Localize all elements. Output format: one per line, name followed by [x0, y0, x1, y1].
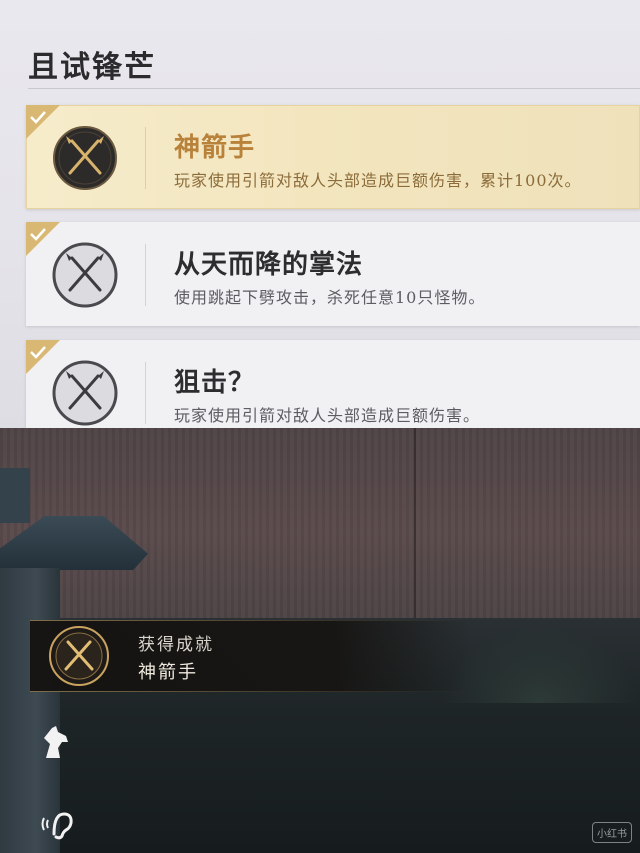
panel-title: 且试锋芒: [28, 50, 156, 85]
watermark-logo: 小红书: [592, 822, 632, 843]
achievement-name: 神箭手: [174, 133, 256, 163]
achievement-desc: 玩家使用引箭对敌人头部造成巨额伤害。: [174, 406, 481, 425]
achievement-card-3[interactable]: 狙击？ 玩家使用引箭对敌人头部造成巨额伤害。: [26, 340, 640, 428]
card-divider: [145, 244, 146, 306]
toast-label: 获得成就: [138, 635, 214, 655]
ear-icon[interactable]: [40, 808, 74, 840]
achievement-card-1[interactable]: 神箭手 玩家使用引箭对敌人头部造成巨额伤害，累计100次。: [26, 105, 640, 209]
card-divider: [145, 127, 146, 189]
grass-patch: [440, 623, 640, 703]
achievement-name: 狙击？: [174, 368, 256, 398]
crossed-swords-icon: [52, 360, 118, 426]
achievement-desc: 使用跳起下劈攻击，杀死任意10只怪物。: [174, 288, 486, 307]
achievement-toast: 获得成就 神箭手: [30, 620, 470, 692]
crossed-arrows-icon: [53, 126, 117, 190]
toast-achievement-name: 神箭手: [138, 662, 198, 683]
horse-head-icon[interactable]: [40, 724, 72, 760]
wall-seam: [414, 428, 416, 628]
achievement-panel: 且试锋芒 神箭手 玩家使用引箭对敌人头部造成巨额伤害，累计100次。 从天而降的…: [0, 0, 640, 428]
crossed-arrows-icon: [49, 626, 109, 686]
toast-border-bottom: [30, 691, 470, 692]
card-divider: [145, 362, 146, 424]
title-divider: [28, 88, 640, 89]
toast-border-top: [30, 620, 470, 621]
achievement-name: 从天而降的掌法: [174, 250, 364, 280]
crossed-swords-icon: [52, 242, 118, 308]
lantern-finial: [0, 468, 30, 523]
achievement-card-2[interactable]: 从天而降的掌法 使用跳起下劈攻击，杀死任意10只怪物。: [26, 222, 640, 326]
achievement-desc: 玩家使用引箭对敌人头部造成巨额伤害，累计100次。: [174, 171, 582, 190]
